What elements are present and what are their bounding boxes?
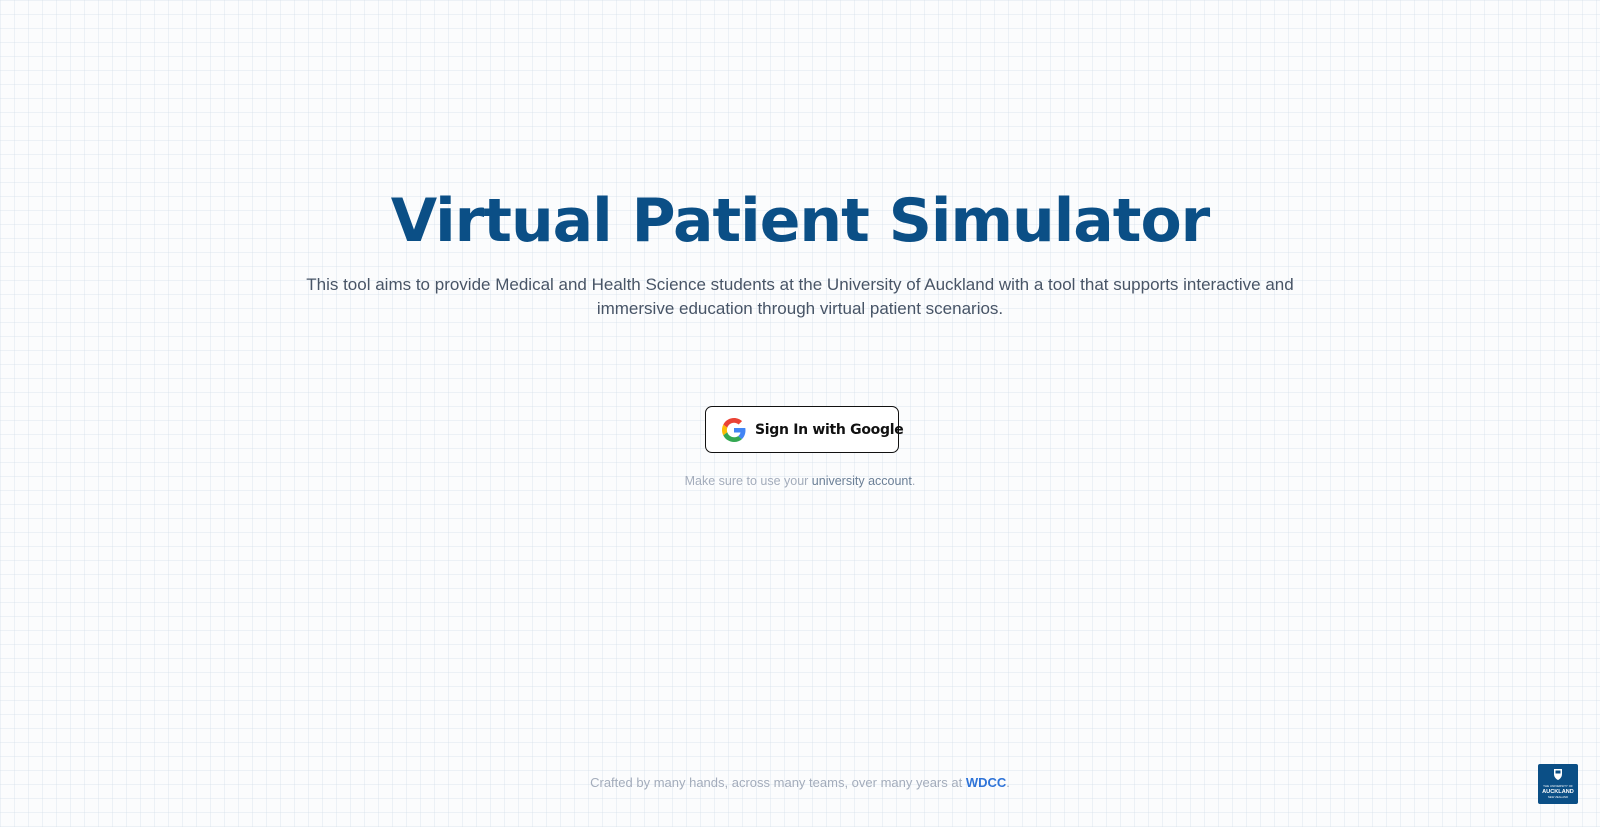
page-description: This tool aims to provide Medical and He… bbox=[306, 275, 1294, 318]
sign-in-label: Sign In with Google bbox=[755, 422, 904, 438]
university-of-auckland-logo[interactable]: THE UNIVERSITY OF AUCKLAND NEW ZEALAND bbox=[1538, 764, 1578, 804]
account-note-suffix: . bbox=[911, 474, 916, 488]
account-note-prefix: Make sure to use your bbox=[684, 474, 812, 488]
wdcc-link[interactable]: WDCC bbox=[966, 775, 1006, 790]
page-title: Virtual Patient Simulator bbox=[390, 186, 1211, 256]
svg-text:NEW ZEALAND: NEW ZEALAND bbox=[1548, 795, 1568, 799]
footer: Crafted by many hands, across many teams… bbox=[0, 775, 1600, 790]
sign-in-with-google-button[interactable]: Sign In with Google bbox=[705, 406, 904, 453]
university-account-link[interactable]: university account bbox=[812, 474, 912, 488]
hero: Virtual Patient Simulator This tool aims… bbox=[0, 183, 1600, 321]
account-note: Make sure to use your university account… bbox=[0, 474, 1600, 488]
google-icon bbox=[722, 418, 746, 442]
svg-text:THE UNIVERSITY OF: THE UNIVERSITY OF bbox=[1543, 784, 1573, 788]
footer-text: Crafted by many hands, across many teams… bbox=[590, 775, 966, 790]
footer-suffix: . bbox=[1006, 775, 1010, 790]
